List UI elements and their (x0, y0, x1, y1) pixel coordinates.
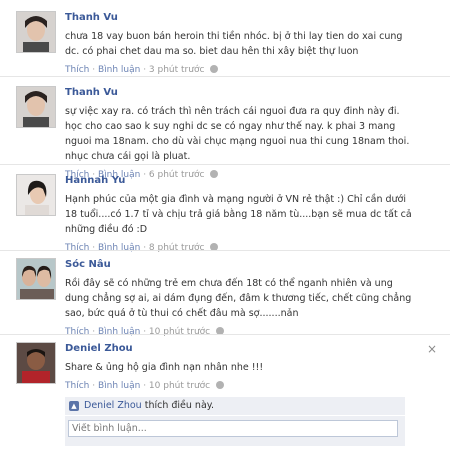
divider (0, 164, 450, 165)
reply-input[interactable] (68, 420, 398, 437)
reply-link[interactable]: Bình luận (98, 65, 140, 75)
comment-meta: Thích · Bình luận · 3 phút trước (65, 64, 415, 76)
like-summary-text: Deniel Zhou thích điều này. (84, 397, 214, 415)
comment-author[interactable]: Sóc Nâu (65, 258, 415, 271)
like-link[interactable]: Thích (65, 65, 89, 75)
divider (0, 250, 450, 251)
timestamp[interactable]: 10 phút trước (149, 381, 210, 391)
like-link[interactable]: Thích (65, 327, 89, 337)
timestamp[interactable]: 8 phút trước (149, 243, 205, 253)
comment-text: Rồi đây sẽ có những trẻ em chưa đến 18t … (65, 278, 412, 319)
comment-author[interactable]: Deniel Zhou (65, 342, 415, 355)
comment-meta: Thích · Bình luận · 10 phút trước (65, 380, 415, 392)
comment-text: Hạnh phúc của một gia đình và mạng người… (65, 194, 412, 235)
avatar[interactable] (16, 86, 56, 128)
comment-text: Share & ủng hộ gia đình nạn nhân nhe !!! (65, 362, 264, 373)
reply-box (65, 416, 405, 446)
thumbs-up-icon: ▲ (69, 401, 79, 411)
comment-author[interactable]: Thanh Vu (65, 86, 415, 99)
globe-icon (210, 65, 219, 73)
like-link[interactable]: Thích (65, 243, 89, 253)
like-summary-suffix: thích điều này. (144, 400, 215, 411)
timestamp[interactable]: 10 phút trước (149, 327, 210, 337)
reply-link[interactable]: Bình luận (98, 381, 140, 391)
avatar[interactable] (16, 11, 56, 53)
like-link[interactable]: Thích (65, 381, 89, 391)
avatar[interactable] (16, 342, 56, 384)
avatar[interactable] (16, 258, 56, 300)
comment-author[interactable]: Hannah Yu (65, 174, 415, 187)
close-icon[interactable]: × (427, 343, 437, 355)
like-summary-name[interactable]: Deniel Zhou (84, 400, 142, 411)
comment-meta: Thích · Bình luận · 8 phút trước (65, 242, 415, 254)
reply-link[interactable]: Bình luận (98, 243, 140, 253)
globe-icon (216, 381, 225, 389)
comment-text: sự việc xay ra. có trách thì nên trách c… (65, 106, 410, 162)
divider (0, 334, 450, 335)
like-summary: ▲ Deniel Zhou thích điều này. (65, 397, 405, 415)
comment-author[interactable]: Thanh Vu (65, 11, 415, 24)
divider (0, 76, 450, 77)
comment-text: chưa 18 vay buon bán heroin thi tiền nhó… (65, 31, 403, 57)
avatar[interactable] (16, 174, 56, 216)
comment-meta: Thích · Bình luận · 10 phút trước (65, 326, 415, 338)
timestamp[interactable]: 3 phút trước (149, 65, 205, 75)
reply-link[interactable]: Bình luận (98, 327, 140, 337)
